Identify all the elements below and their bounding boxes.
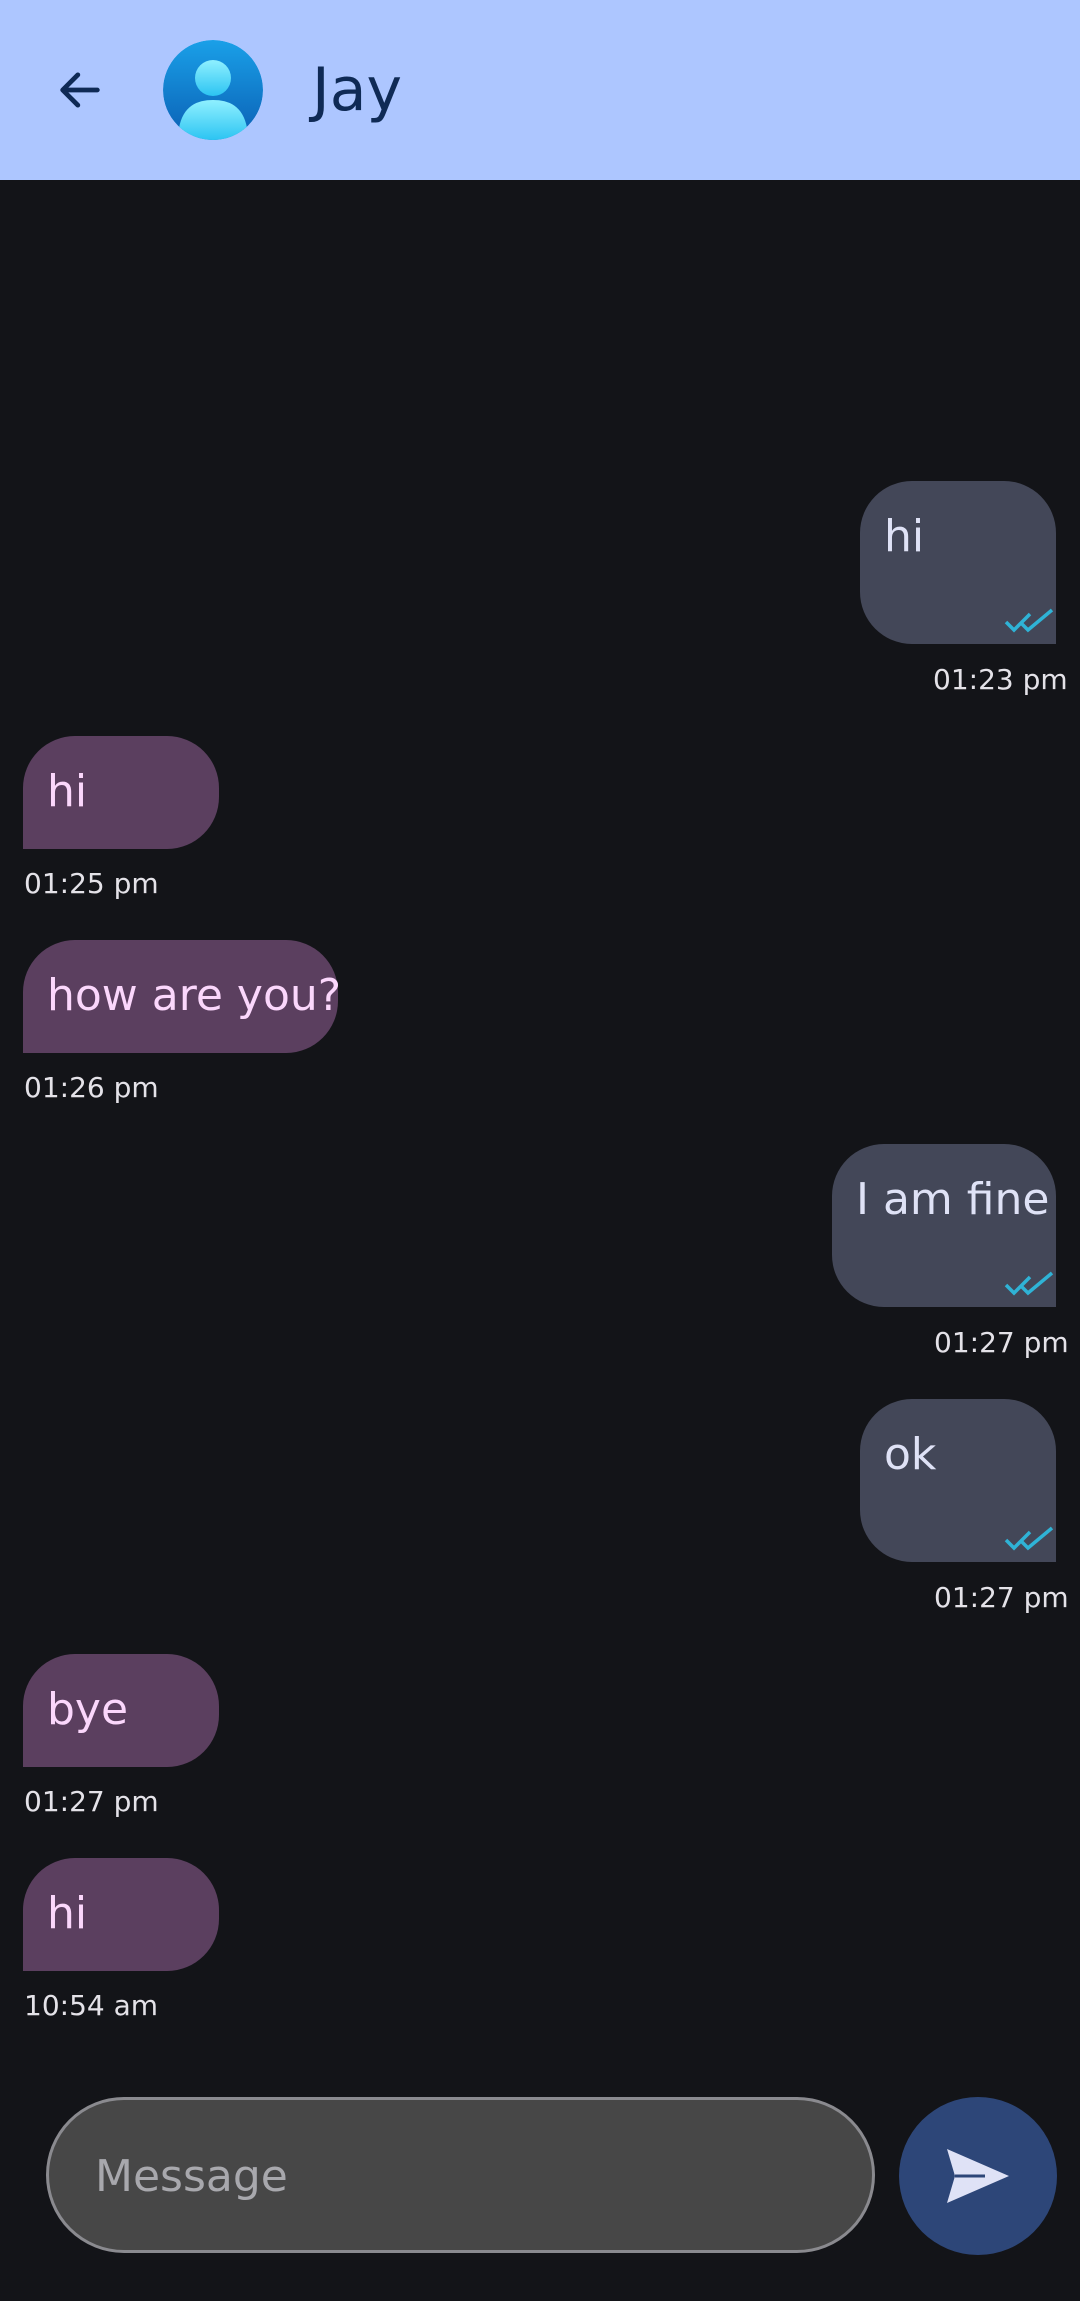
- message-input[interactable]: [93, 2100, 837, 2252]
- message-time: 10:54 am: [24, 1989, 159, 2022]
- contact-name[interactable]: Jay: [312, 52, 402, 128]
- message-bubble-incoming[interactable]: how are you?: [23, 940, 342, 1053]
- avatar[interactable]: [163, 40, 263, 140]
- message-bubble-outgoing[interactable]: I am fine: [832, 1144, 1056, 1307]
- message-time: 01:23 pm: [933, 663, 1068, 696]
- message-text: how are you?: [47, 970, 342, 1021]
- message-time: 01:27 pm: [934, 1581, 1069, 1614]
- message-bubble-incoming[interactable]: hi: [23, 736, 219, 849]
- message-input-container[interactable]: [46, 2097, 875, 2253]
- double-check-icon: [1004, 608, 1054, 633]
- message-text: ok: [884, 1429, 937, 1480]
- message-text: hi: [47, 766, 88, 817]
- message-text: hi: [884, 511, 925, 562]
- send-icon: [947, 2149, 1009, 2203]
- message-text: bye: [47, 1684, 129, 1735]
- arrow-left-icon: [60, 72, 100, 108]
- message-text: I am fine: [856, 1174, 1050, 1225]
- message-time: 01:25 pm: [24, 867, 159, 900]
- message-time: 01:27 pm: [24, 1785, 159, 1818]
- app-bar: Jay: [0, 0, 1080, 180]
- double-check-icon: [1004, 1271, 1054, 1296]
- message-time: 01:27 pm: [934, 1326, 1069, 1359]
- send-button[interactable]: [899, 2097, 1057, 2255]
- message-bubble-incoming[interactable]: bye: [23, 1654, 219, 1767]
- message-bubble-outgoing[interactable]: ok: [860, 1399, 1056, 1562]
- back-button[interactable]: [40, 50, 120, 130]
- message-bubble-outgoing[interactable]: hi: [860, 481, 1056, 644]
- message-bubble-incoming[interactable]: hi: [23, 1858, 219, 1971]
- person-icon: [163, 40, 263, 140]
- message-text: hi: [47, 1888, 88, 1939]
- double-check-icon: [1004, 1526, 1054, 1551]
- message-time: 01:26 pm: [24, 1071, 159, 1104]
